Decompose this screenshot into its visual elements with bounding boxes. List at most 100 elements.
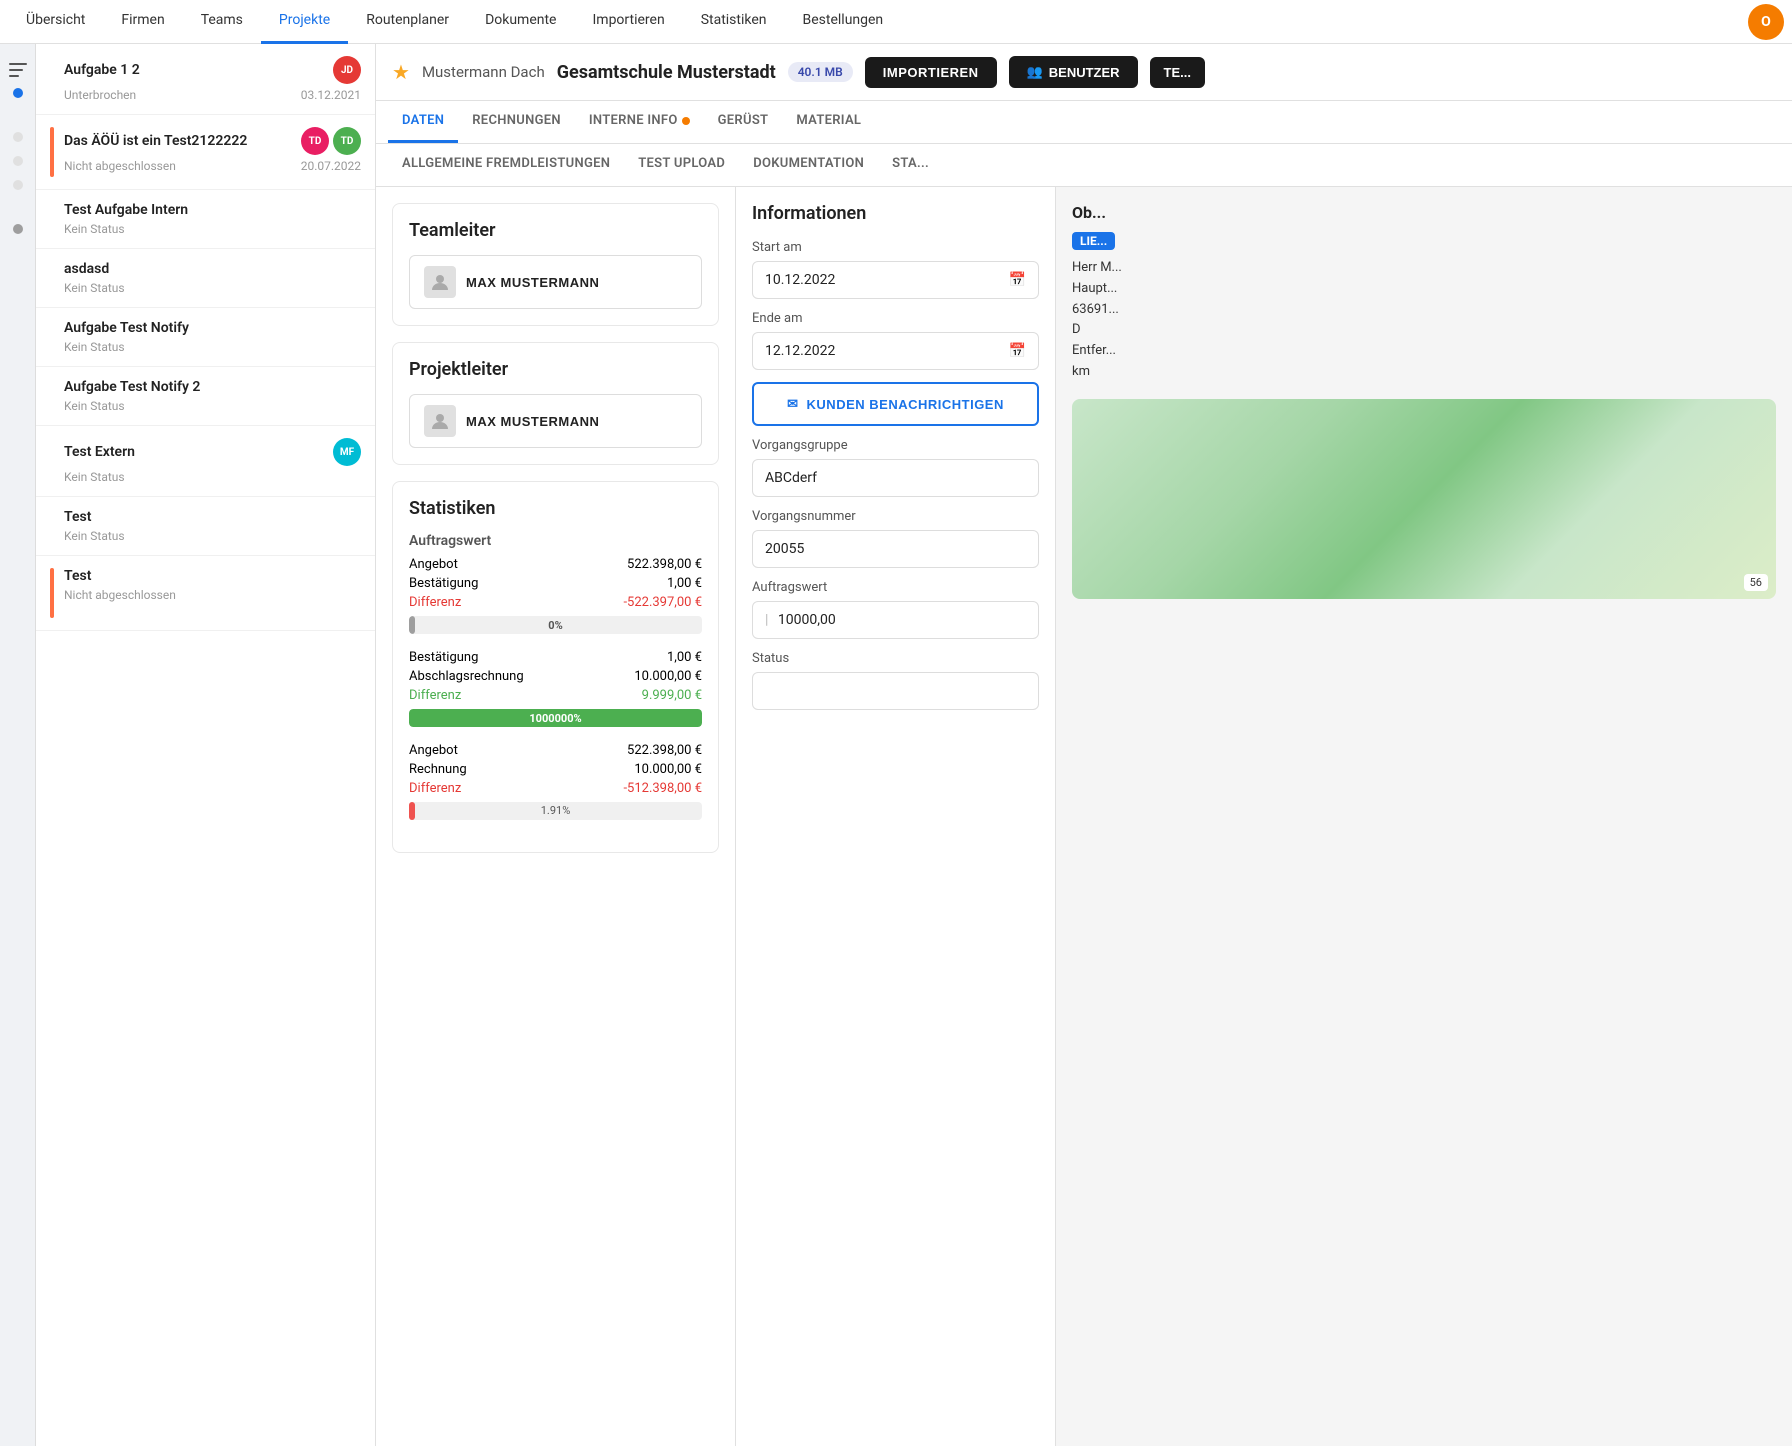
stats-row-bestatigung-2: Bestätigung 1,00 €: [409, 650, 702, 665]
task-status: Kein Status: [64, 281, 125, 295]
stats-row-differenz-3: Differenz -512.398,00 €: [409, 781, 702, 796]
nav-item-teams[interactable]: Teams: [183, 0, 261, 44]
nav-item-statistiken[interactable]: Statistiken: [683, 0, 785, 44]
far-right-title: Ob...: [1072, 203, 1776, 222]
task-item[interactable]: asdasd Kein Status: [36, 249, 375, 308]
te-button[interactable]: TE...: [1150, 57, 1205, 88]
stats-row-bestatigung-1: Bestätigung 1,00 €: [409, 576, 702, 591]
tab-test-upload[interactable]: TEST UPLOAD: [624, 144, 739, 186]
start-date-input[interactable]: 10.12.2022 📅: [752, 261, 1039, 299]
filter-indicator-gray3: [13, 180, 23, 190]
tab-daten[interactable]: DATEN: [388, 101, 458, 143]
projektleiter-avatar: [424, 405, 456, 437]
task-status-row: Kein Status: [64, 399, 361, 413]
task-status-row: Kein Status: [64, 470, 361, 484]
task-item-content: Test Aufgabe Intern Kein Status: [64, 202, 361, 236]
task-item[interactable]: Test Nicht abgeschlossen: [36, 556, 375, 631]
task-item[interactable]: Aufgabe Test Notify Kein Status: [36, 308, 375, 367]
nav-item-ubersicht[interactable]: Übersicht: [8, 0, 103, 44]
task-item-header: asdasd: [64, 261, 361, 277]
vorgangsnummer-field[interactable]: 20055: [752, 530, 1039, 568]
task-item-header: Aufgabe Test Notify 2: [64, 379, 361, 395]
task-status: Kein Status: [64, 470, 125, 484]
star-icon[interactable]: ★: [392, 60, 410, 84]
task-title: Das ÄÖÜ ist ein Test2122222: [64, 133, 247, 149]
task-badge: MF: [333, 438, 361, 466]
filter-indicator-gray1: [13, 132, 23, 142]
nav-item-importieren[interactable]: Importieren: [574, 0, 682, 44]
filter-button[interactable]: [4, 56, 32, 84]
task-item-inner: Test Nicht abgeschlossen: [50, 568, 361, 618]
stats-row-angebot-1: Angebot 522.398,00 €: [409, 557, 702, 572]
teamleiter-person-button[interactable]: MAX MUSTERMANN: [409, 255, 702, 309]
task-item[interactable]: Das ÄÖÜ ist ein Test2122222 TDTD Nicht a…: [36, 115, 375, 190]
teamleiter-title: Teamleiter: [409, 220, 702, 241]
nav-item-firmen[interactable]: Firmen: [103, 0, 182, 44]
task-item[interactable]: Aufgabe 1 2 JD Unterbrochen 03.12.2021: [36, 44, 375, 115]
task-date: 03.12.2021: [301, 88, 361, 102]
task-status: Kein Status: [64, 222, 125, 236]
project-name: Gesamtschule Musterstadt: [557, 62, 776, 83]
task-item-content: asdasd Kein Status: [64, 261, 361, 295]
task-item-content: Aufgabe Test Notify 2 Kein Status: [64, 379, 361, 413]
task-item-inner: Aufgabe Test Notify 2 Kein Status: [50, 379, 361, 413]
tab-allgemeine-fremd[interactable]: ALLGEMEINE FREMDLEISTUNGEN: [388, 144, 624, 186]
nav-item-dokumente[interactable]: Dokumente: [467, 0, 574, 44]
task-status: Unterbrochen: [64, 88, 136, 102]
projektleiter-title: Projektleiter: [409, 359, 702, 380]
tabs-row-1: DATEN RECHNUNGEN INTERNE INFO GERÜST MAT…: [376, 101, 1792, 144]
task-list-panel: Aufgabe 1 2 JD Unterbrochen 03.12.2021 D…: [36, 44, 376, 1446]
projektleiter-card: Projektleiter MAX MUSTERMANN: [392, 342, 719, 465]
stats-row-angebot-3: Angebot 522.398,00 €: [409, 743, 702, 758]
vorgangsnummer-label: Vorgangsnummer: [752, 509, 1039, 524]
task-badges: JD: [333, 56, 361, 84]
filter-sidebar: [0, 44, 36, 1446]
task-item[interactable]: Test Extern MF Kein Status: [36, 426, 375, 497]
status-field[interactable]: [752, 672, 1039, 710]
task-status-row: Unterbrochen 03.12.2021: [64, 88, 361, 102]
informationen-title: Informationen: [752, 203, 1039, 224]
auftragswert-field[interactable]: | 10000,00: [752, 601, 1039, 639]
auftragswert-info-label: Auftragswert: [752, 580, 1039, 595]
task-item-header: Aufgabe 1 2 JD: [64, 56, 361, 84]
task-title: Aufgabe 1 2: [64, 62, 140, 78]
status-label: Status: [752, 651, 1039, 666]
import-button[interactable]: IMPORTIEREN: [865, 57, 997, 88]
nav-item-projekte[interactable]: Projekte: [261, 0, 348, 44]
ende-date-input[interactable]: 12.12.2022 📅: [752, 332, 1039, 370]
task-item-inner: Test Extern MF Kein Status: [50, 438, 361, 484]
projektleiter-person-button[interactable]: MAX MUSTERMANN: [409, 394, 702, 448]
user-avatar[interactable]: O: [1748, 4, 1784, 40]
task-item-inner: asdasd Kein Status: [50, 261, 361, 295]
nav-item-bestellungen[interactable]: Bestellungen: [785, 0, 902, 44]
tab-rechnungen[interactable]: RECHNUNGEN: [458, 101, 575, 143]
tab-sta[interactable]: STA...: [878, 144, 943, 186]
task-status-row: Nicht abgeschlossen 20.07.2022: [64, 159, 361, 173]
task-status: Kein Status: [64, 399, 125, 413]
calendar-icon-2: 📅: [1009, 343, 1026, 359]
tab-gerust[interactable]: GERÜST: [704, 101, 783, 143]
tab-dokumentation[interactable]: DOKUMENTATION: [739, 144, 878, 186]
task-status: Kein Status: [64, 340, 125, 354]
task-item-content: Aufgabe 1 2 JD Unterbrochen 03.12.2021: [64, 56, 361, 102]
nav-item-routenplaner[interactable]: Routenplaner: [348, 0, 467, 44]
tab-material[interactable]: MATERIAL: [782, 101, 875, 143]
projektleiter-name: MAX MUSTERMANN: [466, 414, 599, 429]
kunden-benachrichtigen-button[interactable]: ✉ KUNDEN BENACHRICHTIGEN: [752, 382, 1039, 426]
task-item-inner: Test Aufgabe Intern Kein Status: [50, 202, 361, 236]
tab-interne-info[interactable]: INTERNE INFO: [575, 101, 704, 143]
task-item-inner: Aufgabe Test Notify Kein Status: [50, 320, 361, 354]
task-title: Aufgabe Test Notify: [64, 320, 189, 336]
progress-bar-1: 0%: [409, 616, 702, 634]
task-status: Nicht abgeschlossen: [64, 588, 176, 602]
vorgangsgruppe-field[interactable]: ABCderf: [752, 459, 1039, 497]
task-item-inner: Aufgabe 1 2 JD Unterbrochen 03.12.2021: [50, 56, 361, 102]
task-item[interactable]: Test Aufgabe Intern Kein Status: [36, 190, 375, 249]
ende-label: Ende am: [752, 311, 1039, 326]
task-item[interactable]: Aufgabe Test Notify 2 Kein Status: [36, 367, 375, 426]
task-status-row: Kein Status: [64, 340, 361, 354]
interne-info-dot: [682, 117, 690, 125]
cursor-indicator: |: [765, 612, 768, 628]
benutzer-button[interactable]: 👥 BENUTZER: [1009, 56, 1138, 88]
task-item[interactable]: Test Kein Status: [36, 497, 375, 556]
